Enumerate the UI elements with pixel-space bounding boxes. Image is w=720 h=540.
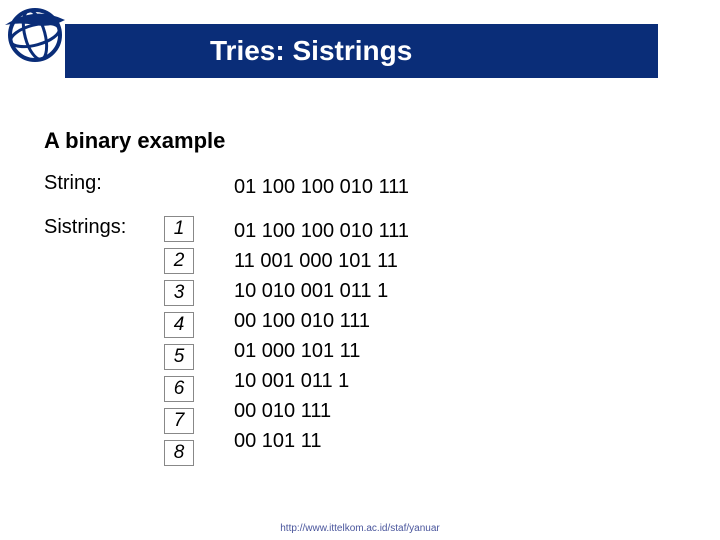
index-column: 1 2 3 4 5 6 7 8: [164, 216, 234, 466]
index-box: 5: [164, 344, 194, 370]
sistring-value: 10 001 011 1: [234, 366, 409, 396]
sistring-value: 01 000 101 11: [234, 336, 409, 366]
globe-logo-icon: [0, 0, 70, 70]
sistrings-label: Sistrings:: [44, 216, 164, 239]
subtitle: A binary example: [44, 128, 676, 154]
string-value: 01 100 100 010 111: [234, 172, 409, 202]
sistrings-column: 01 100 100 010 11111 001 000 101 1110 01…: [234, 216, 409, 456]
content-area: A binary example String: 01 100 100 010 …: [44, 128, 676, 480]
sistring-value: 00 101 11: [234, 426, 409, 456]
index-box: 7: [164, 408, 194, 434]
index-box: 6: [164, 376, 194, 402]
index-box: 1: [164, 216, 194, 242]
sistring-value: 00 100 010 111: [234, 306, 409, 336]
sistrings-row: Sistrings: 1 2 3 4 5 6 7 8 01 100 100 010 11111…: [44, 216, 676, 466]
sistring-value: 01 100 100 010 111: [234, 216, 409, 246]
slide-title: Tries: Sistrings: [210, 35, 412, 67]
index-box: 4: [164, 312, 194, 338]
sistring-value: 11 001 000 101 11: [234, 246, 409, 276]
index-box: 2: [164, 248, 194, 274]
sistring-value: 00 010 111: [234, 396, 409, 426]
string-label: String:: [44, 172, 164, 195]
slide: Tries: Sistrings A binary example String…: [0, 0, 720, 540]
sistring-value: 10 010 001 011 1: [234, 276, 409, 306]
index-box: 8: [164, 440, 194, 466]
footer-url: http://www.ittelkom.ac.id/staf/yanuar: [0, 523, 720, 534]
title-band: Tries: Sistrings: [65, 24, 658, 78]
string-row: String: 01 100 100 010 111: [44, 172, 676, 202]
index-box: 3: [164, 280, 194, 306]
